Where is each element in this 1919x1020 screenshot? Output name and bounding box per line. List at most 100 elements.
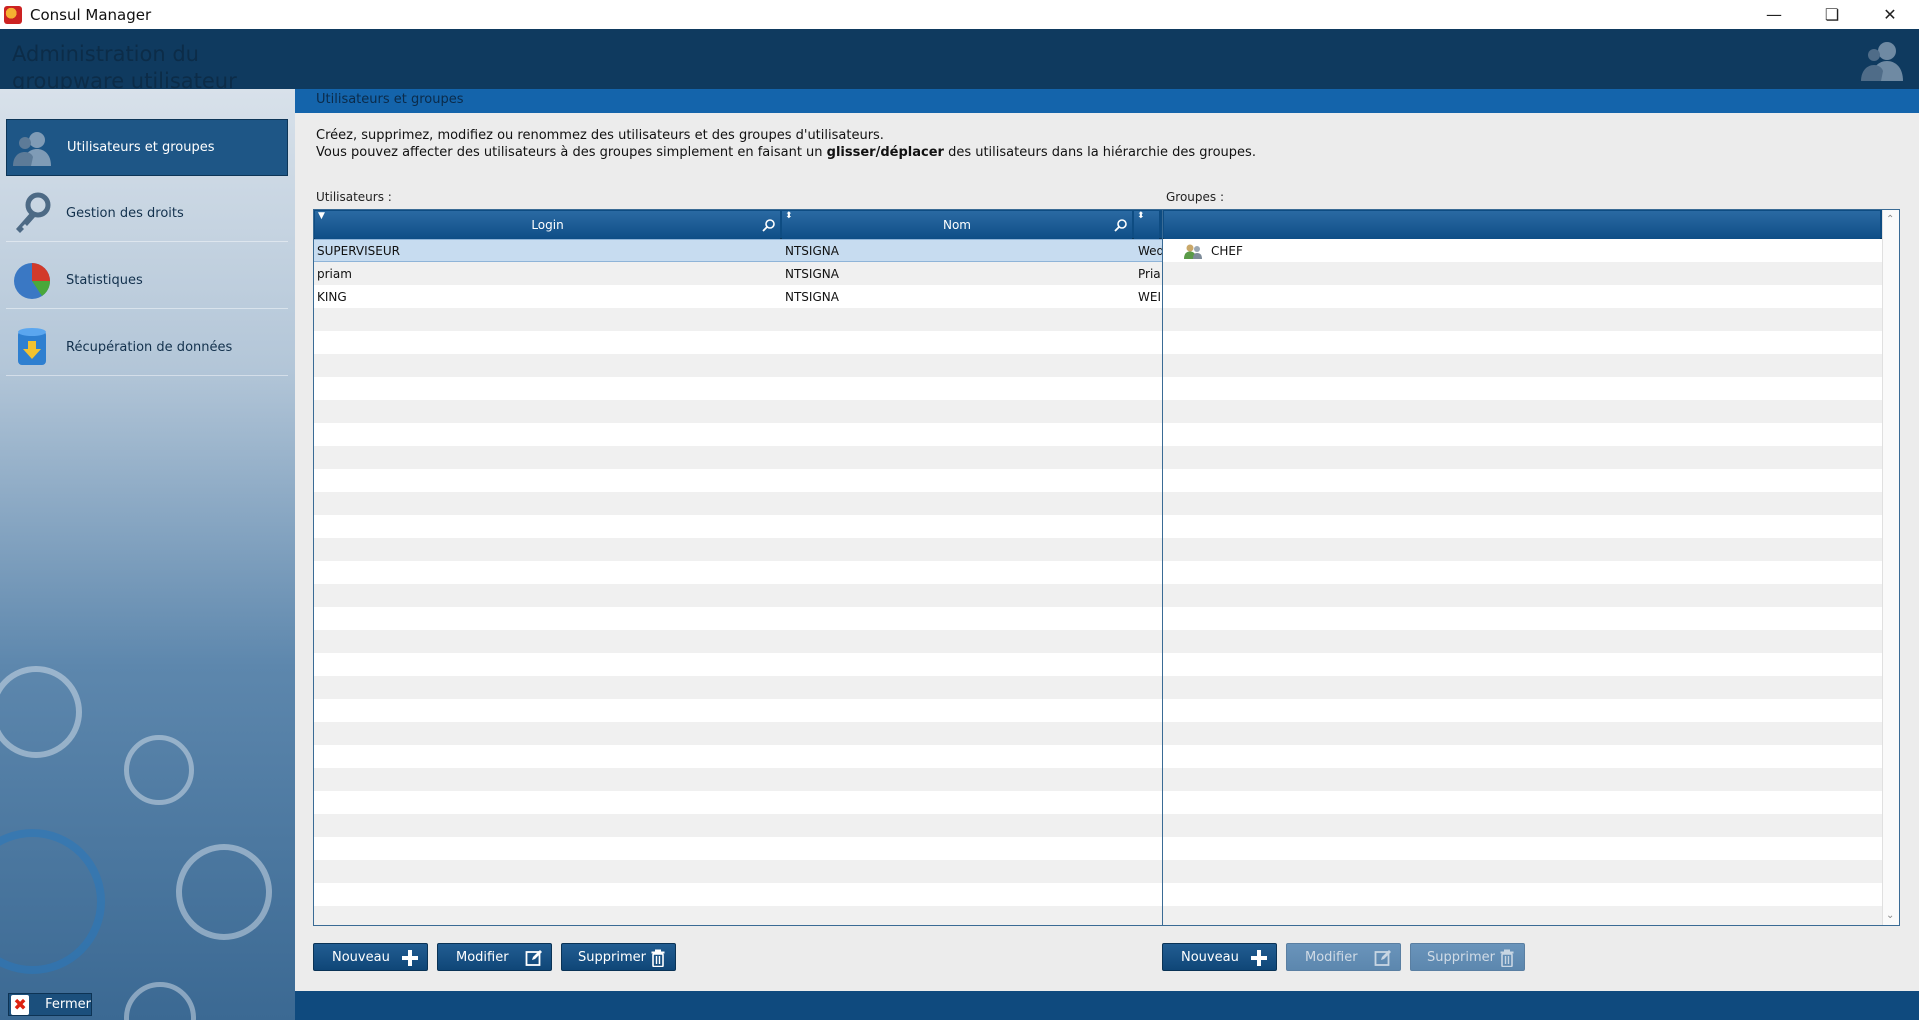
sidebar-item-data-recovery[interactable]: Récupération de données bbox=[6, 319, 288, 376]
empty-row bbox=[1163, 837, 1882, 860]
empty-row bbox=[314, 860, 1162, 883]
table-row[interactable]: KING NTSIGNA WEI bbox=[314, 285, 1162, 308]
sidebar-item-users-groups[interactable]: Utilisateurs et groupes bbox=[6, 119, 288, 176]
users-edit-button[interactable]: Modifier bbox=[437, 943, 552, 971]
grids-area: ▼ Login ⬍ Nom ⬍ SUPERVISEUR NTSIGNA Wed … bbox=[313, 209, 1900, 1017]
button-label: Modifier bbox=[1305, 949, 1358, 965]
empty-row bbox=[1163, 308, 1882, 331]
close-icon: ✖ bbox=[11, 994, 30, 1015]
status-bar bbox=[295, 991, 1919, 1020]
empty-row bbox=[1163, 607, 1882, 630]
empty-row bbox=[314, 308, 1162, 331]
button-label: Supprimer bbox=[1427, 949, 1495, 965]
column-header-login[interactable]: ▼ Login bbox=[315, 211, 780, 239]
empty-row bbox=[314, 630, 1162, 653]
groups-tree[interactable]: CHEF ⌃ ⌄ bbox=[1163, 209, 1900, 926]
empty-row bbox=[314, 814, 1162, 837]
description-line-1: Créez, supprimez, modifiez ou renommez d… bbox=[316, 128, 884, 143]
users-table-header: ▼ Login ⬍ Nom ⬍ bbox=[314, 210, 1162, 239]
cell-extra: Wed bbox=[1138, 243, 1162, 258]
empty-row bbox=[1163, 584, 1882, 607]
column-header-extra[interactable]: ⬍ bbox=[1134, 211, 1159, 239]
table-row[interactable]: SUPERVISEUR NTSIGNA Wed bbox=[314, 239, 1162, 262]
groups-tree-body: CHEF bbox=[1163, 239, 1882, 925]
empty-row bbox=[1163, 331, 1882, 354]
empty-row bbox=[1163, 377, 1882, 400]
scroll-down-icon[interactable]: ⌄ bbox=[1886, 910, 1894, 921]
column-header-label: Login bbox=[531, 218, 564, 232]
decorative-circle bbox=[124, 735, 194, 805]
group-item-chef[interactable]: CHEF bbox=[1163, 239, 1882, 262]
sort-indicator-icon: ▼ bbox=[318, 211, 325, 221]
sidebar-item-label: Statistiques bbox=[66, 272, 143, 288]
title-bar: Consul Manager — ❏ ✕ bbox=[0, 0, 1919, 29]
empty-row bbox=[314, 791, 1162, 814]
window-title: Consul Manager bbox=[30, 5, 152, 24]
user-profile-icon[interactable] bbox=[1859, 37, 1905, 83]
decorative-circle bbox=[176, 844, 272, 940]
database-download-icon bbox=[18, 328, 46, 365]
cell-login: SUPERVISEUR bbox=[317, 243, 400, 258]
pie-chart-icon bbox=[14, 263, 51, 299]
edit-icon bbox=[1374, 950, 1391, 966]
groups-column-header bbox=[1164, 211, 1880, 239]
empty-row bbox=[1163, 699, 1882, 722]
users-new-button[interactable]: Nouveau bbox=[313, 943, 428, 971]
empty-row bbox=[1163, 262, 1882, 285]
edit-icon bbox=[525, 950, 542, 966]
minimize-button[interactable]: — bbox=[1745, 0, 1803, 29]
empty-row bbox=[1163, 814, 1882, 837]
close-window-button[interactable]: ✕ bbox=[1861, 0, 1919, 29]
sidebar-item-rights[interactable]: Gestion des droits bbox=[6, 185, 288, 242]
trash-icon bbox=[651, 949, 665, 967]
sidebar-item-statistics[interactable]: Statistiques bbox=[6, 252, 288, 309]
empty-row bbox=[314, 745, 1162, 768]
search-icon[interactable] bbox=[762, 218, 776, 232]
group-icon bbox=[1184, 244, 1202, 259]
empty-row bbox=[314, 676, 1162, 699]
groups-delete-button: Supprimer bbox=[1410, 943, 1525, 971]
main-content: Utilisateurs et groupes Créez, supprimez… bbox=[295, 89, 1919, 1020]
empty-row bbox=[1163, 906, 1882, 925]
empty-row bbox=[314, 607, 1162, 630]
groups-label: Groupes : bbox=[1166, 190, 1225, 204]
decorative-circle bbox=[0, 829, 105, 974]
empty-row bbox=[1163, 492, 1882, 515]
cell-extra: WEI bbox=[1138, 289, 1161, 304]
groups-new-button[interactable]: Nouveau bbox=[1162, 943, 1277, 971]
empty-row bbox=[314, 561, 1162, 584]
empty-row bbox=[314, 469, 1162, 492]
button-label: Nouveau bbox=[332, 949, 390, 965]
column-header-label: Nom bbox=[942, 218, 971, 232]
window-controls: — ❏ ✕ bbox=[1745, 0, 1919, 29]
empty-row bbox=[314, 377, 1162, 400]
column-header-nom[interactable]: ⬍ Nom bbox=[782, 211, 1132, 239]
scroll-up-icon[interactable]: ⌃ bbox=[1886, 214, 1894, 225]
empty-row bbox=[1163, 446, 1882, 469]
description-text: Vous pouvez affecter des utilisateurs à … bbox=[316, 145, 827, 160]
users-table-body: SUPERVISEUR NTSIGNA Wed priam NTSIGNA Pr… bbox=[314, 239, 1162, 925]
table-row[interactable]: priam NTSIGNA Pria bbox=[314, 262, 1162, 285]
groups-scrollbar[interactable]: ⌃ ⌄ bbox=[1882, 210, 1899, 925]
empty-row bbox=[1163, 515, 1882, 538]
empty-row bbox=[314, 906, 1162, 925]
restore-button[interactable]: ❏ bbox=[1803, 0, 1861, 29]
cell-nom: NTSIGNA bbox=[785, 266, 839, 281]
search-icon[interactable] bbox=[1114, 218, 1128, 232]
empty-row bbox=[314, 883, 1162, 906]
description: Créez, supprimez, modifiez ou renommez d… bbox=[316, 127, 1256, 161]
close-app-button[interactable]: ✖ Fermer bbox=[8, 993, 92, 1016]
empty-row bbox=[314, 492, 1162, 515]
empty-row bbox=[1163, 285, 1882, 308]
app-icon bbox=[4, 5, 22, 24]
empty-row bbox=[314, 584, 1162, 607]
empty-row bbox=[314, 331, 1162, 354]
button-label: Supprimer bbox=[578, 949, 646, 965]
empty-row bbox=[314, 653, 1162, 676]
section-title: Utilisateurs et groupes bbox=[295, 89, 1919, 113]
empty-row bbox=[1163, 561, 1882, 584]
users-delete-button[interactable]: Supprimer bbox=[561, 943, 676, 971]
users-table[interactable]: ▼ Login ⬍ Nom ⬍ SUPERVISEUR NTSIGNA Wed … bbox=[313, 209, 1163, 926]
key-icon bbox=[16, 192, 51, 233]
group-name: CHEF bbox=[1211, 243, 1243, 258]
